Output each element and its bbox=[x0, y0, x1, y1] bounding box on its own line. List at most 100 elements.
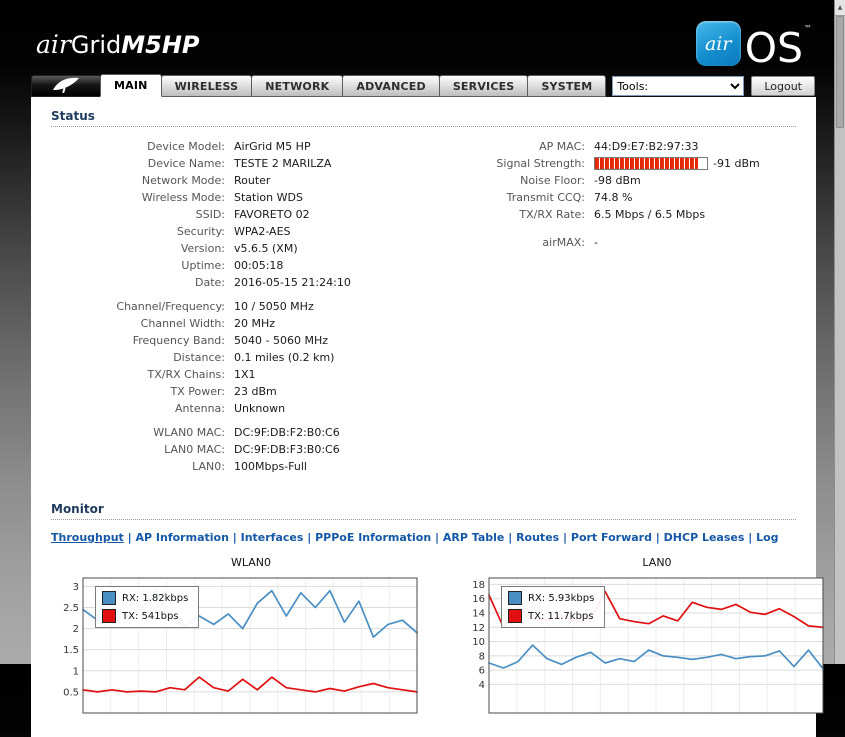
monitor-link-log[interactable]: Log bbox=[756, 531, 778, 544]
field-label: Transmit CCQ: bbox=[463, 189, 594, 206]
chart-title: WLAN0 bbox=[83, 556, 419, 569]
legend-item: TX: 541bps bbox=[102, 609, 188, 623]
legend-label: RX: 5.93kbps bbox=[528, 593, 594, 604]
legend-item: TX: 11.7kbps bbox=[508, 609, 594, 623]
legend-item: RX: 1.82kbps bbox=[102, 591, 188, 605]
tools-select[interactable]: Tools: bbox=[612, 76, 744, 96]
tab-strip: MAINWIRELESSNETWORKADVANCEDSERVICESSYSTE… bbox=[101, 74, 606, 97]
product-logo: airGridM5HP bbox=[36, 30, 200, 59]
airos-logo-os: OS bbox=[745, 32, 803, 66]
monitor-link-dhcp-leases[interactable]: DHCP Leases bbox=[664, 531, 745, 544]
field-label: TX Power: bbox=[51, 383, 234, 400]
logout-button[interactable]: Logout bbox=[751, 76, 815, 96]
legend-item: RX: 5.93kbps bbox=[508, 591, 594, 605]
signal-strength-bar bbox=[594, 157, 708, 170]
field-row: Frequency Band:5040 - 5060 MHz bbox=[51, 332, 463, 349]
field-label: Version: bbox=[51, 240, 234, 257]
field-label: Signal Strength: bbox=[463, 155, 594, 172]
chart-legend: RX: 5.93kbps TX: 11.7kbps bbox=[501, 586, 605, 628]
legend-label: TX: 11.7kbps bbox=[528, 611, 593, 622]
airmax-row: airMAX:- bbox=[463, 234, 796, 251]
field-value: 10 / 5050 MHz bbox=[234, 298, 314, 315]
field-label: Channel Width: bbox=[51, 315, 234, 332]
field-value: Station WDS bbox=[234, 189, 303, 206]
svg-text:2: 2 bbox=[73, 624, 79, 635]
main-panel: Status Device Model:AirGrid M5 HPDevice … bbox=[31, 97, 816, 737]
field-label: Uptime: bbox=[51, 257, 234, 274]
field-value: 20 MHz bbox=[234, 315, 275, 332]
tab-network[interactable]: NETWORK bbox=[251, 75, 343, 97]
field-label: TX/RX Chains: bbox=[51, 366, 234, 383]
monitor-heading: Monitor bbox=[51, 502, 796, 520]
monitor-link-ap-information[interactable]: AP Information bbox=[136, 531, 229, 544]
field-value: Unknown bbox=[234, 400, 285, 417]
tab-wireless[interactable]: WIRELESS bbox=[161, 75, 253, 97]
field-label: Security: bbox=[51, 223, 234, 240]
chart-wlan0: WLAN0 32.521.510.5 RX: 1.82kbpsTX: 541bp… bbox=[53, 556, 419, 722]
svg-text:12: 12 bbox=[472, 623, 485, 634]
product-logo-model: M5HP bbox=[121, 31, 199, 59]
antenna-icon bbox=[52, 77, 80, 96]
field-row: Date:2016-05-15 21:24:10 bbox=[51, 274, 463, 291]
monitor-link-arp-table[interactable]: ARP Table bbox=[443, 531, 505, 544]
field-value: - bbox=[594, 234, 598, 251]
tab-advanced[interactable]: ADVANCED bbox=[342, 75, 439, 97]
nav-right: Tools: Logout bbox=[612, 76, 815, 96]
field-row: Device Name:TESTE 2 MARILZA bbox=[51, 155, 463, 172]
svg-text:1: 1 bbox=[73, 666, 79, 677]
field-label: Device Model: bbox=[51, 138, 234, 155]
field-value: 0.1 miles (0.2 km) bbox=[234, 349, 334, 366]
legend-label: RX: 1.82kbps bbox=[122, 593, 188, 604]
field-label: Distance: bbox=[51, 349, 234, 366]
link-separator: | bbox=[559, 531, 571, 544]
field-value: AirGrid M5 HP bbox=[234, 138, 311, 155]
field-row: TX Power:23 dBm bbox=[51, 383, 463, 400]
field-value: 23 dBm bbox=[234, 383, 277, 400]
field-label: LAN0 MAC: bbox=[51, 441, 234, 458]
field-value: FAVORETO 02 bbox=[234, 206, 310, 223]
monitor-links: Throughput | AP Information | Interfaces… bbox=[51, 531, 796, 544]
signal-strength-fill bbox=[595, 158, 698, 169]
field-value: 1X1 bbox=[234, 366, 256, 383]
tab-services[interactable]: SERVICES bbox=[439, 75, 529, 97]
field-row: Network Mode:Router bbox=[51, 172, 463, 189]
legend-swatch bbox=[508, 591, 522, 605]
tab-main[interactable]: MAIN bbox=[100, 74, 162, 97]
field-group: AP MAC:44:D9:E7:B2:97:33Signal Strength:… bbox=[463, 138, 796, 223]
field-value: DC:9F:DB:F2:B0:C6 bbox=[234, 424, 340, 441]
field-value: 44:D9:E7:B2:97:33 bbox=[594, 138, 698, 155]
field-label: WLAN0 MAC: bbox=[51, 424, 234, 441]
field-row: Noise Floor:-98 dBm bbox=[463, 172, 796, 189]
monitor-link-port-forward[interactable]: Port Forward bbox=[571, 531, 652, 544]
field-row: Distance:0.1 miles (0.2 km) bbox=[51, 349, 463, 366]
scrollbar-up-icon[interactable]: ▲ bbox=[835, 0, 845, 16]
field-row: LAN0:100Mbps-Full bbox=[51, 458, 463, 475]
svg-text:18: 18 bbox=[472, 580, 485, 591]
field-row: Antenna:Unknown bbox=[51, 400, 463, 417]
link-separator: | bbox=[303, 531, 315, 544]
monitor-link-throughput[interactable]: Throughput bbox=[51, 531, 124, 544]
airos-logo: air OS ™ bbox=[696, 21, 812, 66]
svg-text:4: 4 bbox=[479, 680, 485, 691]
scrollbar[interactable]: ▲ bbox=[834, 0, 845, 664]
legend-swatch bbox=[102, 609, 116, 623]
status-left: Device Model:AirGrid M5 HPDevice Name:TE… bbox=[51, 138, 463, 482]
field-row: Wireless Mode:Station WDS bbox=[51, 189, 463, 206]
field-row: Version:v5.6.5 (XM) bbox=[51, 240, 463, 257]
airos-logo-air: air bbox=[705, 33, 732, 55]
field-row: Channel/Frequency:10 / 5050 MHz bbox=[51, 298, 463, 315]
chart-title: LAN0 bbox=[489, 556, 825, 569]
svg-text:3: 3 bbox=[73, 582, 79, 593]
tab-home[interactable] bbox=[31, 75, 101, 97]
field-value: 00:05:18 bbox=[234, 257, 283, 274]
status-section: Device Model:AirGrid M5 HPDevice Name:TE… bbox=[51, 138, 796, 482]
legend-swatch bbox=[102, 591, 116, 605]
field-value: 6.5 Mbps / 6.5 Mbps bbox=[594, 206, 705, 223]
monitor-link-pppoe-information[interactable]: PPPoE Information bbox=[315, 531, 431, 544]
field-group: Device Model:AirGrid M5 HPDevice Name:TE… bbox=[51, 138, 463, 291]
monitor-link-interfaces[interactable]: Interfaces bbox=[241, 531, 304, 544]
monitor-link-routes[interactable]: Routes bbox=[516, 531, 559, 544]
tab-system[interactable]: SYSTEM bbox=[527, 75, 606, 97]
scrollbar-thumb[interactable] bbox=[836, 16, 844, 128]
field-label: Channel/Frequency: bbox=[51, 298, 234, 315]
